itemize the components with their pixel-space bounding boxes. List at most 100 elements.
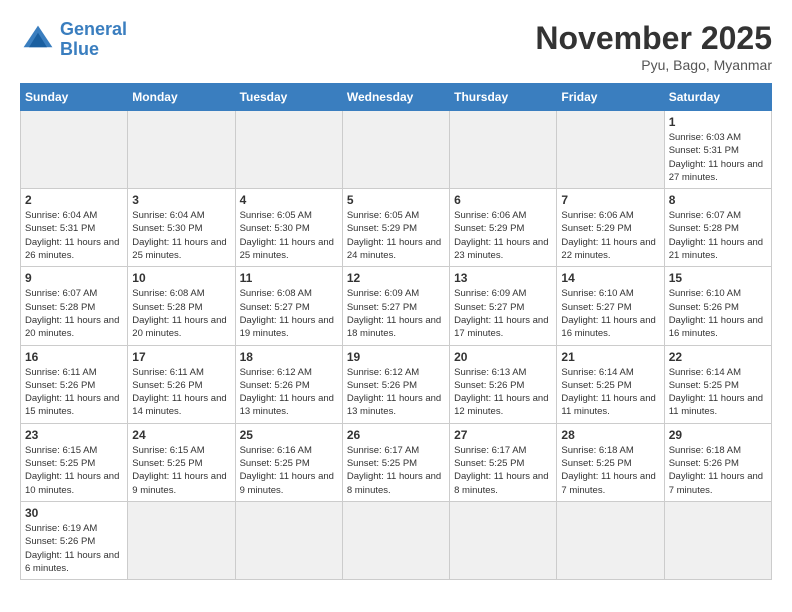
calendar-row: 1 Sunrise: 6:03 AM Sunset: 5:31 PM Dayli… [21, 111, 772, 189]
day-number: 26 [347, 428, 445, 442]
header-tuesday: Tuesday [235, 84, 342, 111]
empty-cell [21, 111, 128, 189]
empty-cell [557, 501, 664, 579]
table-row: 6 Sunrise: 6:06 AM Sunset: 5:29 PM Dayli… [450, 189, 557, 267]
table-row: 12 Sunrise: 6:09 AM Sunset: 5:27 PM Dayl… [342, 267, 449, 345]
day-number: 29 [669, 428, 767, 442]
table-row: 16 Sunrise: 6:11 AM Sunset: 5:26 PM Dayl… [21, 345, 128, 423]
table-row: 21 Sunrise: 6:14 AM Sunset: 5:25 PM Dayl… [557, 345, 664, 423]
header-sunday: Sunday [21, 84, 128, 111]
day-info: Sunrise: 6:12 AM Sunset: 5:26 PM Dayligh… [347, 366, 445, 419]
table-row: 22 Sunrise: 6:14 AM Sunset: 5:25 PM Dayl… [664, 345, 771, 423]
table-row: 18 Sunrise: 6:12 AM Sunset: 5:26 PM Dayl… [235, 345, 342, 423]
day-number: 9 [25, 271, 123, 285]
table-row: 19 Sunrise: 6:12 AM Sunset: 5:26 PM Dayl… [342, 345, 449, 423]
day-info: Sunrise: 6:11 AM Sunset: 5:26 PM Dayligh… [132, 366, 230, 419]
empty-cell [450, 111, 557, 189]
empty-cell [342, 111, 449, 189]
day-info: Sunrise: 6:17 AM Sunset: 5:25 PM Dayligh… [454, 444, 552, 497]
day-info: Sunrise: 6:06 AM Sunset: 5:29 PM Dayligh… [454, 209, 552, 262]
weekday-header-row: Sunday Monday Tuesday Wednesday Thursday… [21, 84, 772, 111]
day-info: Sunrise: 6:04 AM Sunset: 5:31 PM Dayligh… [25, 209, 123, 262]
day-info: Sunrise: 6:03 AM Sunset: 5:31 PM Dayligh… [669, 131, 767, 184]
day-number: 30 [25, 506, 123, 520]
day-info: Sunrise: 6:08 AM Sunset: 5:27 PM Dayligh… [240, 287, 338, 340]
day-number: 24 [132, 428, 230, 442]
day-number: 1 [669, 115, 767, 129]
day-number: 20 [454, 350, 552, 364]
table-row: 24 Sunrise: 6:15 AM Sunset: 5:25 PM Dayl… [128, 423, 235, 501]
day-info: Sunrise: 6:05 AM Sunset: 5:30 PM Dayligh… [240, 209, 338, 262]
day-info: Sunrise: 6:10 AM Sunset: 5:27 PM Dayligh… [561, 287, 659, 340]
location: Pyu, Bago, Myanmar [535, 57, 772, 73]
table-row: 25 Sunrise: 6:16 AM Sunset: 5:25 PM Dayl… [235, 423, 342, 501]
day-info: Sunrise: 6:11 AM Sunset: 5:26 PM Dayligh… [25, 366, 123, 419]
day-info: Sunrise: 6:14 AM Sunset: 5:25 PM Dayligh… [669, 366, 767, 419]
calendar-row: 9 Sunrise: 6:07 AM Sunset: 5:28 PM Dayli… [21, 267, 772, 345]
calendar: Sunday Monday Tuesday Wednesday Thursday… [20, 83, 772, 580]
table-row: 11 Sunrise: 6:08 AM Sunset: 5:27 PM Dayl… [235, 267, 342, 345]
month-title: November 2025 [535, 20, 772, 57]
table-row: 28 Sunrise: 6:18 AM Sunset: 5:25 PM Dayl… [557, 423, 664, 501]
table-row: 29 Sunrise: 6:18 AM Sunset: 5:26 PM Dayl… [664, 423, 771, 501]
header-friday: Friday [557, 84, 664, 111]
calendar-row: 30 Sunrise: 6:19 AM Sunset: 5:26 PM Dayl… [21, 501, 772, 579]
day-number: 13 [454, 271, 552, 285]
calendar-row: 16 Sunrise: 6:11 AM Sunset: 5:26 PM Dayl… [21, 345, 772, 423]
day-info: Sunrise: 6:05 AM Sunset: 5:29 PM Dayligh… [347, 209, 445, 262]
title-block: November 2025 Pyu, Bago, Myanmar [535, 20, 772, 73]
empty-cell [128, 111, 235, 189]
table-row: 30 Sunrise: 6:19 AM Sunset: 5:26 PM Dayl… [21, 501, 128, 579]
table-row: 27 Sunrise: 6:17 AM Sunset: 5:25 PM Dayl… [450, 423, 557, 501]
table-row: 15 Sunrise: 6:10 AM Sunset: 5:26 PM Dayl… [664, 267, 771, 345]
day-info: Sunrise: 6:07 AM Sunset: 5:28 PM Dayligh… [669, 209, 767, 262]
day-number: 8 [669, 193, 767, 207]
table-row: 4 Sunrise: 6:05 AM Sunset: 5:30 PM Dayli… [235, 189, 342, 267]
empty-cell [235, 111, 342, 189]
day-info: Sunrise: 6:08 AM Sunset: 5:28 PM Dayligh… [132, 287, 230, 340]
day-info: Sunrise: 6:17 AM Sunset: 5:25 PM Dayligh… [347, 444, 445, 497]
day-number: 25 [240, 428, 338, 442]
day-info: Sunrise: 6:06 AM Sunset: 5:29 PM Dayligh… [561, 209, 659, 262]
day-number: 22 [669, 350, 767, 364]
table-row: 8 Sunrise: 6:07 AM Sunset: 5:28 PM Dayli… [664, 189, 771, 267]
day-number: 11 [240, 271, 338, 285]
empty-cell [557, 111, 664, 189]
day-info: Sunrise: 6:15 AM Sunset: 5:25 PM Dayligh… [25, 444, 123, 497]
day-info: Sunrise: 6:09 AM Sunset: 5:27 PM Dayligh… [347, 287, 445, 340]
day-number: 16 [25, 350, 123, 364]
table-row: 20 Sunrise: 6:13 AM Sunset: 5:26 PM Dayl… [450, 345, 557, 423]
header-saturday: Saturday [664, 84, 771, 111]
logo-icon [20, 22, 56, 58]
table-row: 5 Sunrise: 6:05 AM Sunset: 5:29 PM Dayli… [342, 189, 449, 267]
table-row: 14 Sunrise: 6:10 AM Sunset: 5:27 PM Dayl… [557, 267, 664, 345]
day-info: Sunrise: 6:19 AM Sunset: 5:26 PM Dayligh… [25, 522, 123, 575]
day-info: Sunrise: 6:18 AM Sunset: 5:26 PM Dayligh… [669, 444, 767, 497]
empty-cell [664, 501, 771, 579]
day-info: Sunrise: 6:13 AM Sunset: 5:26 PM Dayligh… [454, 366, 552, 419]
table-row: 2 Sunrise: 6:04 AM Sunset: 5:31 PM Dayli… [21, 189, 128, 267]
day-number: 6 [454, 193, 552, 207]
empty-cell [235, 501, 342, 579]
table-row: 23 Sunrise: 6:15 AM Sunset: 5:25 PM Dayl… [21, 423, 128, 501]
table-row: 7 Sunrise: 6:06 AM Sunset: 5:29 PM Dayli… [557, 189, 664, 267]
day-number: 17 [132, 350, 230, 364]
table-row: 13 Sunrise: 6:09 AM Sunset: 5:27 PM Dayl… [450, 267, 557, 345]
table-row: 10 Sunrise: 6:08 AM Sunset: 5:28 PM Dayl… [128, 267, 235, 345]
calendar-row: 2 Sunrise: 6:04 AM Sunset: 5:31 PM Dayli… [21, 189, 772, 267]
table-row: 1 Sunrise: 6:03 AM Sunset: 5:31 PM Dayli… [664, 111, 771, 189]
logo: GeneralBlue [20, 20, 127, 60]
day-info: Sunrise: 6:12 AM Sunset: 5:26 PM Dayligh… [240, 366, 338, 419]
page-header: GeneralBlue November 2025 Pyu, Bago, Mya… [20, 20, 772, 73]
table-row: 3 Sunrise: 6:04 AM Sunset: 5:30 PM Dayli… [128, 189, 235, 267]
calendar-row: 23 Sunrise: 6:15 AM Sunset: 5:25 PM Dayl… [21, 423, 772, 501]
day-info: Sunrise: 6:18 AM Sunset: 5:25 PM Dayligh… [561, 444, 659, 497]
day-number: 28 [561, 428, 659, 442]
empty-cell [450, 501, 557, 579]
empty-cell [342, 501, 449, 579]
day-number: 15 [669, 271, 767, 285]
day-number: 7 [561, 193, 659, 207]
day-info: Sunrise: 6:16 AM Sunset: 5:25 PM Dayligh… [240, 444, 338, 497]
day-info: Sunrise: 6:04 AM Sunset: 5:30 PM Dayligh… [132, 209, 230, 262]
day-number: 14 [561, 271, 659, 285]
